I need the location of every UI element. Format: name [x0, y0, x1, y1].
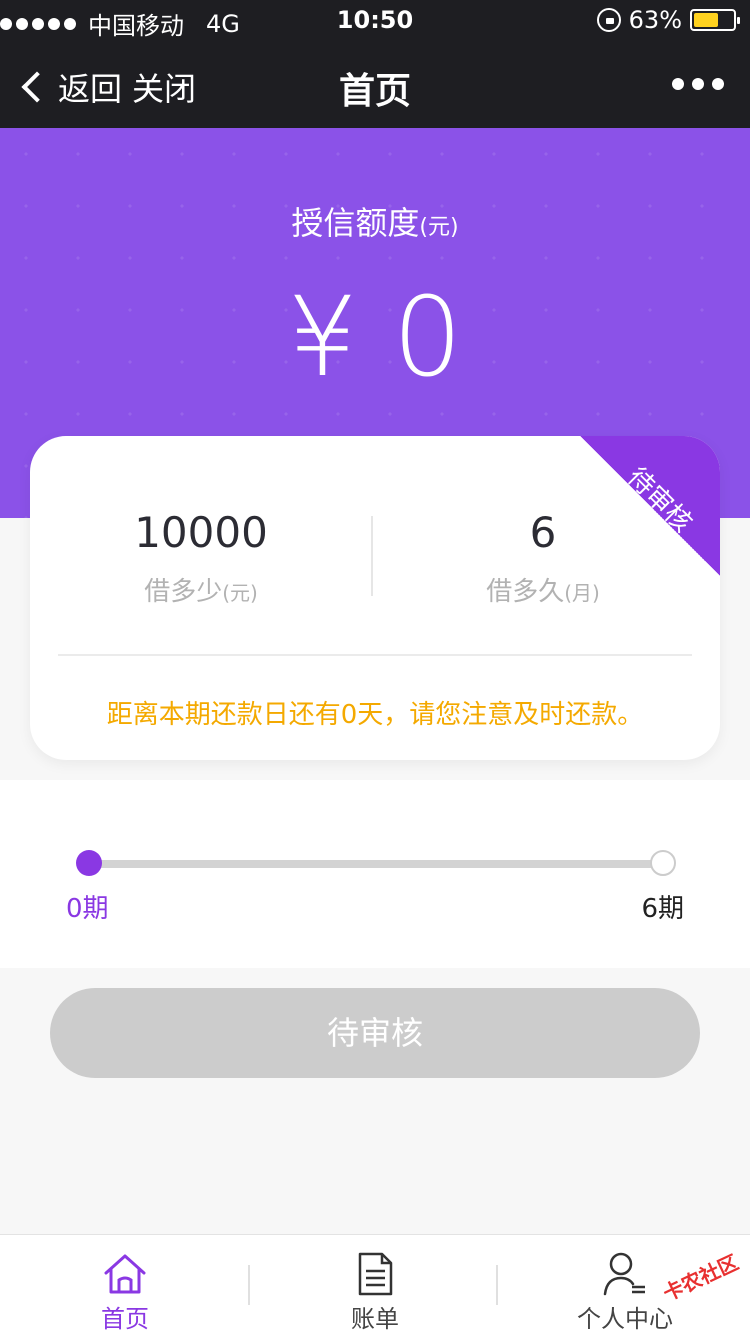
- loan-term-unit: (月): [564, 581, 600, 605]
- user-icon: [603, 1252, 645, 1296]
- more-icon[interactable]: [672, 78, 724, 90]
- progress-track: [88, 860, 662, 868]
- tab-home[interactable]: 首页: [0, 1235, 250, 1334]
- loan-amount-label: 借多少(元): [30, 571, 372, 608]
- card-divider: [58, 654, 692, 656]
- credit-limit-unit: (元): [419, 215, 459, 240]
- tab-bill-label: 账单: [351, 1305, 399, 1333]
- progress-end-marker: [650, 850, 676, 876]
- tab-profile-label: 个人中心: [577, 1305, 673, 1333]
- loan-card: 待审核 10000 借多少(元) 6 借多久(月) 距离本期还款日还有0天，请您…: [30, 436, 720, 760]
- loan-amount-value: 10000: [134, 508, 268, 557]
- loan-term-value: 6: [529, 508, 557, 557]
- progress-max-label: 6期: [641, 894, 684, 924]
- loan-term-label-text: 借多久: [486, 577, 565, 607]
- progress-start-marker: [76, 850, 102, 876]
- bill-icon: [358, 1252, 393, 1296]
- tab-bill[interactable]: 账单: [250, 1235, 500, 1334]
- tab-separator: [496, 1265, 498, 1305]
- status-bar: 中国移动 4G 10:50 63%: [0, 0, 750, 40]
- loan-term-stat: 6 借多久(月): [372, 508, 714, 608]
- battery-fill: [694, 13, 718, 27]
- progress-min-label: 0期: [66, 894, 109, 924]
- loan-amount-label-text: 借多少: [144, 577, 223, 607]
- nav-bar: 返回 关闭 首页: [0, 40, 750, 128]
- page-title: 首页: [338, 71, 411, 112]
- loan-term-label: 借多久(月): [372, 571, 714, 608]
- battery-icon: [690, 9, 740, 31]
- battery-percent: 63%: [628, 6, 682, 34]
- credit-limit-title: 授信额度: [291, 204, 420, 242]
- rotation-lock-icon: [596, 8, 621, 32]
- credit-limit-label: 授信额度(元): [0, 198, 750, 244]
- credit-limit-amount: ¥ 0: [287, 273, 463, 401]
- home-icon: [104, 1254, 146, 1294]
- tab-home-label: 首页: [101, 1305, 149, 1333]
- tab-bar: 首页 账单 个人中心: [0, 1234, 750, 1334]
- pending-review-button[interactable]: 待审核: [50, 988, 700, 1078]
- loan-amount-stat: 10000 借多少(元): [30, 508, 372, 608]
- installment-progress: 0期 6期: [0, 780, 750, 968]
- loan-amount-unit: (元): [222, 581, 258, 605]
- status-right: 63%: [596, 6, 740, 34]
- repayment-notice: 距离本期还款日还有0天，请您注意及时还款。: [106, 700, 644, 730]
